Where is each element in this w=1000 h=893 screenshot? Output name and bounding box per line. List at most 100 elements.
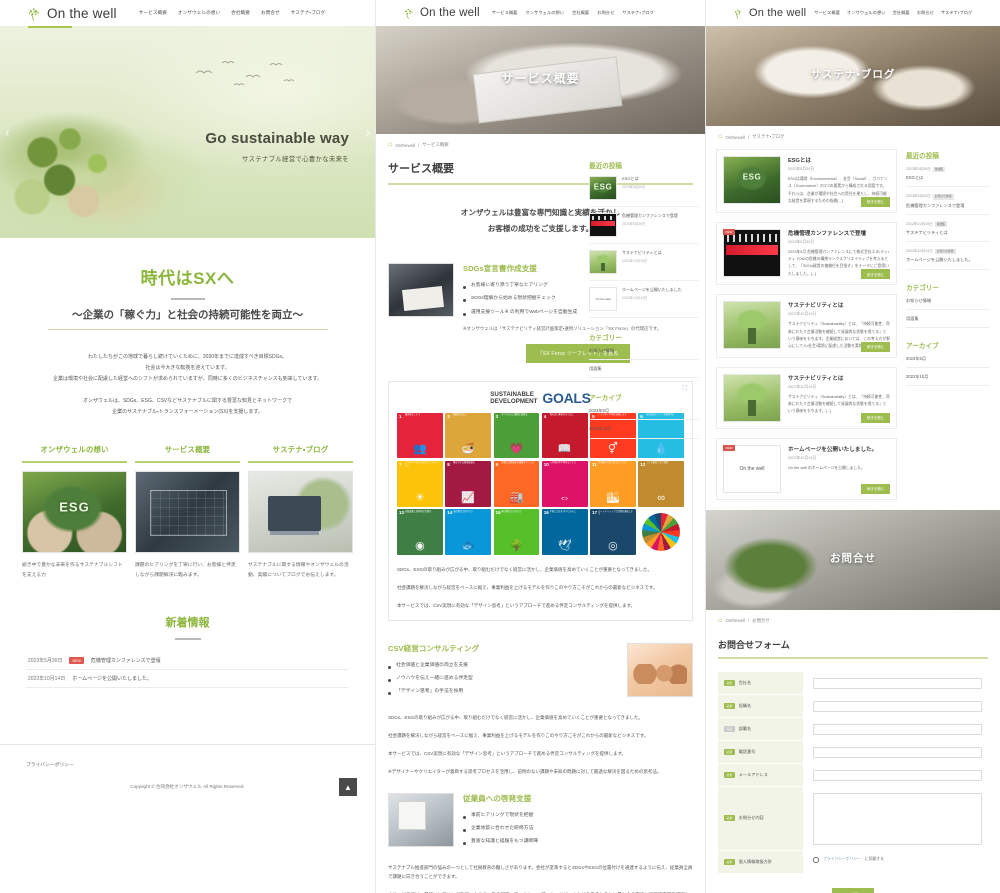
- recent-post-title[interactable]: 危機管理カンファレンスで登壇: [622, 213, 678, 219]
- nav-item-contact[interactable]: お問合せ: [917, 10, 934, 16]
- blog-post-title[interactable]: 危機管理カンファレンスで登壇: [788, 229, 890, 237]
- recent-post-body: 危機管理カンファレンスで登壇 2023年5月30日: [622, 213, 678, 226]
- nav-item-omoi[interactable]: オンザウェルの想い: [525, 10, 564, 16]
- blog-page-hero: サステナ・ブログ: [706, 26, 1000, 126]
- read-more-button[interactable]: 続きを読む: [861, 269, 890, 280]
- recent-post-item[interactable]: 2022年10月19日 用語集 サステナビリティとは: [906, 215, 990, 243]
- site-logo[interactable]: On the well: [8, 5, 117, 28]
- message-textarea[interactable]: [813, 792, 982, 845]
- privacy-consent-cell: プライバシーポリシー に同意する: [803, 851, 988, 869]
- home-icon[interactable]: ☖: [718, 618, 722, 624]
- site-logo[interactable]: On the well: [714, 7, 806, 20]
- footer-privacy-link[interactable]: プライバシーポリシー: [26, 761, 349, 768]
- blog-post-title[interactable]: サステナビリティとは: [788, 301, 890, 309]
- news-item[interactable]: 2023年5月30日 NEW 危機管理カンファレンスで登壇: [26, 652, 349, 671]
- privacy-policy-link[interactable]: プライバシーポリシー: [823, 857, 861, 862]
- submit-button[interactable]: 確認: [831, 887, 874, 893]
- new-badge: NEW: [723, 228, 735, 235]
- sdg-label: エネルギーをみんなにそしてクリーンに: [405, 462, 440, 467]
- digital-network-photo: [135, 471, 240, 553]
- hero-next-icon[interactable]: ›: [366, 125, 370, 140]
- recent-post-title[interactable]: サステナビリティとは: [906, 229, 990, 236]
- recent-post-item[interactable]: 2023年5月30日 お知らせ情報 危機管理カンファレンスで登壇: [906, 187, 990, 215]
- nav-item-contact[interactable]: お問合せ: [261, 10, 280, 16]
- tablet-photo-decor: [472, 56, 622, 124]
- archive-item[interactable]: 2022年10月: [589, 420, 699, 439]
- text-input[interactable]: [813, 769, 982, 781]
- nav-item-service[interactable]: サービス概要: [814, 10, 840, 16]
- archive-item[interactable]: 2022年10月: [906, 368, 990, 387]
- text-input[interactable]: [813, 700, 982, 712]
- recent-post-item[interactable]: 危機管理カンファレンスで登壇 2023年5月30日: [589, 207, 699, 244]
- blog-post-title[interactable]: サステナビリティとは: [788, 374, 890, 382]
- category-title: カテゴリー: [589, 335, 622, 342]
- news-text[interactable]: ホームページを公開いたしました。: [72, 675, 152, 682]
- recent-post-title[interactable]: ホームページを公開いたしました: [622, 287, 682, 293]
- field-label: 会社名: [738, 679, 752, 685]
- hero-prev-icon[interactable]: ‹: [5, 125, 9, 140]
- feature-card-omoi[interactable]: オンザウェルの想い ESG 続き中で豊かな未来を作るサステナブルシフトを支える力: [22, 444, 127, 580]
- recent-post-item[interactable]: 2023年5月30日 用語集 ESGとは: [906, 160, 990, 188]
- breadcrumb-home[interactable]: Onthewell: [725, 618, 745, 623]
- category-item[interactable]: 用語集: [589, 360, 699, 379]
- blog-post-title[interactable]: ホームページを公開いたしました。: [788, 445, 890, 453]
- category-item[interactable]: 用語集: [906, 310, 990, 328]
- sdg-goal-17: 17 パートナーシップで目標を達成しよう ◎: [590, 509, 636, 555]
- recent-post-title[interactable]: 危機管理カンファレンスで登壇: [906, 202, 990, 209]
- nav-item-company[interactable]: 会社概要: [231, 10, 250, 16]
- sdg-number: 12: [640, 461, 646, 467]
- recent-post-item[interactable]: ESGとは 2023年5月30日: [589, 170, 699, 207]
- archive-item[interactable]: 2023年5月: [589, 402, 699, 421]
- nav-item-omoi[interactable]: オンザウェルの想い: [178, 10, 220, 16]
- nav-item-service[interactable]: サービス概要: [492, 10, 518, 16]
- home-icon[interactable]: ☖: [388, 142, 392, 148]
- service-page-column: On the well サービス概要 オンザウェルの想い 会社概要 お問合せ サ…: [375, 0, 705, 893]
- blog-post-card[interactable]: NEW 危機管理カンファレンスで登壇 2023年5月30日 2023年5月 危機管理カ…: [716, 221, 897, 286]
- read-more-button[interactable]: 続きを読む: [861, 341, 890, 352]
- recent-post-item[interactable]: On the well ホームページを公開いたしました 2022年10月14日: [589, 281, 699, 318]
- read-more-button[interactable]: 続きを読む: [861, 412, 890, 423]
- service-bullet-list: 社会価値と企業価値の両立を支援 ノウハウを伝え一緒に進める伴走型 「デザイン思考…: [388, 661, 618, 697]
- nav-item-blog[interactable]: サステナ・ブログ: [941, 10, 972, 16]
- site-logo[interactable]: On the well: [384, 6, 480, 20]
- recent-post-date: 2023年5月30日: [906, 167, 931, 171]
- breadcrumb-home[interactable]: Onthewell: [725, 135, 745, 140]
- archive-title: アーカイブ: [589, 395, 622, 403]
- nav-item-company[interactable]: 会社概要: [572, 10, 589, 16]
- arrow-up-icon[interactable]: ▲: [339, 778, 357, 797]
- archive-item[interactable]: 2023年5月: [906, 350, 990, 368]
- blog-post-card[interactable]: サステナビリティとは 2022年10月19日 サステナビリティ（Sustainabi…: [716, 366, 897, 429]
- text-input[interactable]: [813, 677, 982, 689]
- recent-post-title[interactable]: サステナビリティとは: [622, 250, 662, 256]
- nav-item-company[interactable]: 会社概要: [893, 10, 910, 16]
- recent-post-title[interactable]: ESGとは: [622, 176, 645, 182]
- news-item[interactable]: 2022年10月14日 ホームページを公開いたしました。: [26, 670, 349, 689]
- feature-card-service[interactable]: サービス概要 課題のヒアリングを丁寧に行い、お客様と伴走しながら課題解決に臨みま…: [135, 444, 240, 580]
- blog-post-card[interactable]: ESGとは2023年5月30日ESGは環境（Environmental）、社会（…: [716, 149, 897, 213]
- read-more-button[interactable]: 続きを読む: [861, 483, 890, 494]
- privacy-checkbox[interactable]: [813, 856, 819, 863]
- feature-card-blog[interactable]: サステナ・ブログ サステナブルに関する情報やオンザウェルの活動、実績についてブロ…: [248, 444, 353, 580]
- text-input[interactable]: [813, 723, 982, 735]
- nav-item-omoi[interactable]: オンザウェルの想い: [847, 10, 886, 16]
- footer-copyright: Copyright © 合同会社オンザウェル All Rights Reserv…: [130, 784, 245, 790]
- privacy-checkbox-row[interactable]: プライバシーポリシー に同意する: [813, 856, 982, 863]
- nav-item-service[interactable]: サービス概要: [139, 10, 167, 16]
- read-more-button[interactable]: 続きを読む: [861, 196, 890, 207]
- recent-post-title[interactable]: ホームページを公開いたしました。: [906, 256, 990, 263]
- blog-post-card[interactable]: NEW On the well ホームページを公開いたしました。 2022年10月14…: [716, 437, 897, 500]
- recent-post-item[interactable]: サステナビリティとは 2022年10月19日: [589, 244, 699, 281]
- blog-post-title[interactable]: ESGとは: [788, 156, 890, 164]
- recent-post-item[interactable]: 2022年10月14日 お知らせ情報 ホームページを公開いたしました。: [906, 242, 990, 270]
- news-text[interactable]: 危機管理カンファレンスで登壇: [91, 657, 161, 664]
- nav-item-blog[interactable]: サステナ・ブログ: [622, 10, 653, 16]
- category-item[interactable]: お知らせ情報: [589, 342, 699, 361]
- breadcrumb-home[interactable]: Onthewell: [395, 143, 415, 148]
- text-input[interactable]: [813, 746, 982, 758]
- nav-item-blog[interactable]: サステナ・ブログ: [291, 10, 325, 16]
- nav-item-contact[interactable]: お問合せ: [597, 10, 614, 16]
- recent-post-title[interactable]: ESGとは: [906, 174, 990, 181]
- blog-post-card[interactable]: サステナビリティとは 2022年10月19日 サステナビリティ（Sustainabi…: [716, 294, 897, 358]
- category-item[interactable]: お知らせ情報: [906, 292, 990, 310]
- hero-slider[interactable]: Go sustainable way サステナブル経営で心豊かな未来を ‹ ›: [0, 26, 375, 238]
